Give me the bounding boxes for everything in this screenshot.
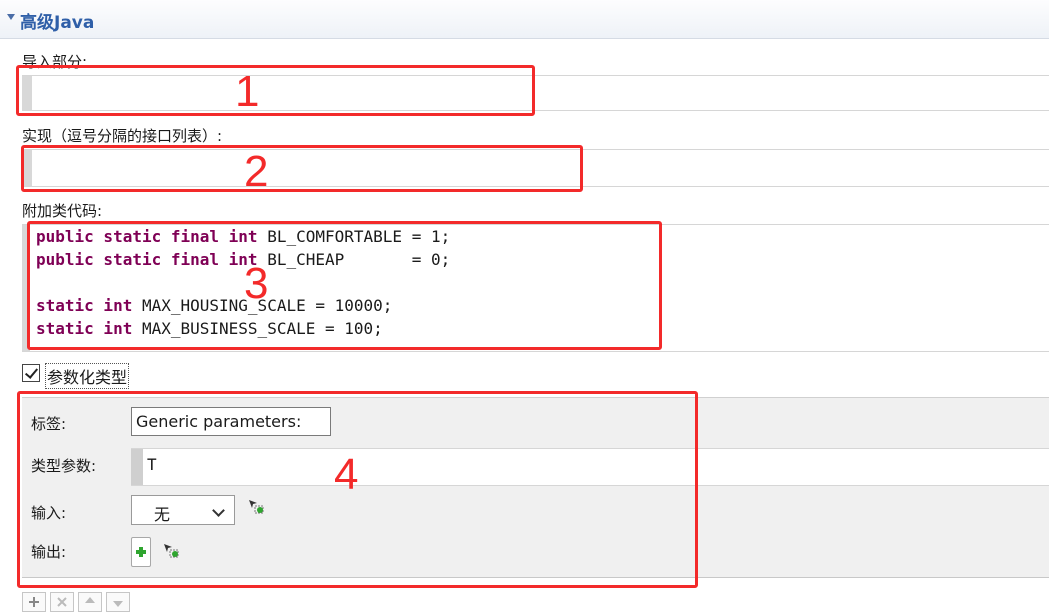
arrow-up-icon: [85, 597, 95, 603]
annotation-box: [27, 221, 662, 350]
implements-label: 实现（逗号分隔的接口列表）:: [22, 127, 223, 145]
close-icon: [57, 597, 67, 607]
parameterized-label[interactable]: 参数化类型: [45, 363, 130, 389]
move-up-button[interactable]: [78, 592, 102, 612]
annotation-number: 1: [235, 67, 260, 116]
extra-code-label: 附加类代码:: [22, 202, 103, 220]
annotation-box: [21, 145, 583, 192]
arrow-down-icon: [113, 601, 123, 607]
annotation-box: [16, 65, 535, 116]
section-header[interactable]: 高级Java: [0, 0, 1049, 39]
collapse-triangle-icon[interactable]: [7, 14, 15, 20]
move-down-button[interactable]: [106, 592, 130, 612]
annotation-number: 3: [244, 259, 269, 308]
annotation-number: 4: [334, 450, 359, 499]
remove-row-button[interactable]: [50, 592, 74, 612]
parameterized-checkbox[interactable]: [22, 364, 40, 382]
section-title: 高级Java: [20, 13, 95, 33]
plus-icon: [29, 597, 39, 607]
annotation-number: 2: [244, 147, 269, 196]
add-row-button[interactable]: [22, 592, 46, 612]
